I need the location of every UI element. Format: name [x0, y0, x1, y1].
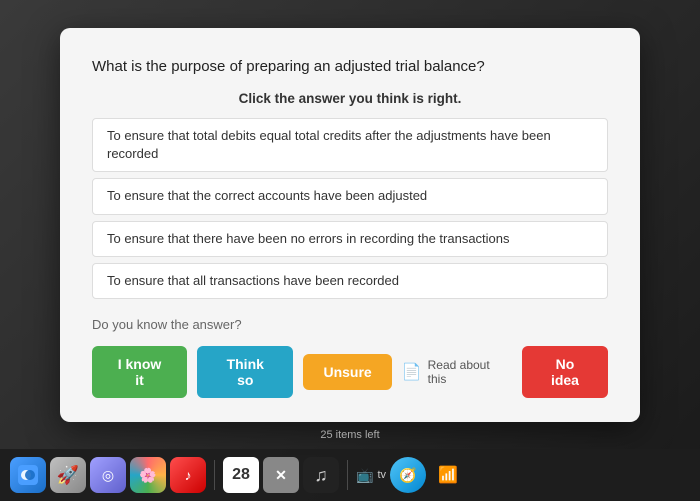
document-icon: 📄 — [402, 362, 422, 382]
photos-icon[interactable]: 🌸 — [130, 457, 166, 493]
close-icon[interactable]: ✕ — [263, 457, 299, 493]
read-about-link[interactable]: 📄 Read about this — [402, 358, 502, 386]
read-about-label: Read about this — [428, 358, 502, 386]
network-icon[interactable]: 📶 — [430, 457, 466, 493]
thinkso-button[interactable]: Think so — [197, 346, 293, 398]
answer-options-list: To ensure that total debits equal total … — [92, 118, 608, 299]
action-buttons: I know it Think so Unsure 📄 Read about t… — [92, 346, 608, 398]
noidea-button[interactable]: No idea — [522, 346, 608, 398]
taskbar-divider-1 — [214, 460, 215, 490]
music-icon[interactable]: ♪ — [170, 457, 206, 493]
answer-option-3[interactable]: To ensure that there have been no errors… — [92, 221, 608, 257]
unsure-button[interactable]: Unsure — [303, 354, 391, 390]
finder-icon[interactable] — [10, 457, 46, 493]
instruction-text: Click the answer you think is right. — [92, 91, 608, 106]
launchpad-icon[interactable]: 🚀 — [50, 457, 86, 493]
answer-option-1[interactable]: To ensure that total debits equal total … — [92, 118, 608, 172]
tv-icon: 📺 — [356, 467, 373, 484]
appletv-icon[interactable]: 📺 tv — [356, 467, 386, 484]
tv-label: tv — [377, 469, 386, 481]
answer-option-4[interactable]: To ensure that all transactions have bee… — [92, 263, 608, 299]
siri-icon[interactable]: ◎ — [90, 457, 126, 493]
taskbar: 🚀 ◎ 🌸 ♪ 28 ✕ ♫ 📺 tv 🧭 📶 — [0, 449, 700, 501]
quiz-card: What is the purpose of preparing an adju… — [60, 28, 640, 422]
iknow-button[interactable]: I know it — [92, 346, 187, 398]
do-you-know-label: Do you know the answer? — [92, 317, 608, 332]
items-left: 25 items left — [320, 429, 379, 441]
calendar-date: 28 — [232, 467, 250, 483]
answer-option-2[interactable]: To ensure that the correct accounts have… — [92, 178, 608, 214]
calendar-icon[interactable]: 28 — [223, 457, 259, 493]
music-note-icon[interactable]: ♫ — [303, 457, 339, 493]
question-text: What is the purpose of preparing an adju… — [92, 56, 608, 77]
safari-icon[interactable]: 🧭 — [390, 457, 426, 493]
taskbar-divider-2 — [347, 460, 348, 490]
